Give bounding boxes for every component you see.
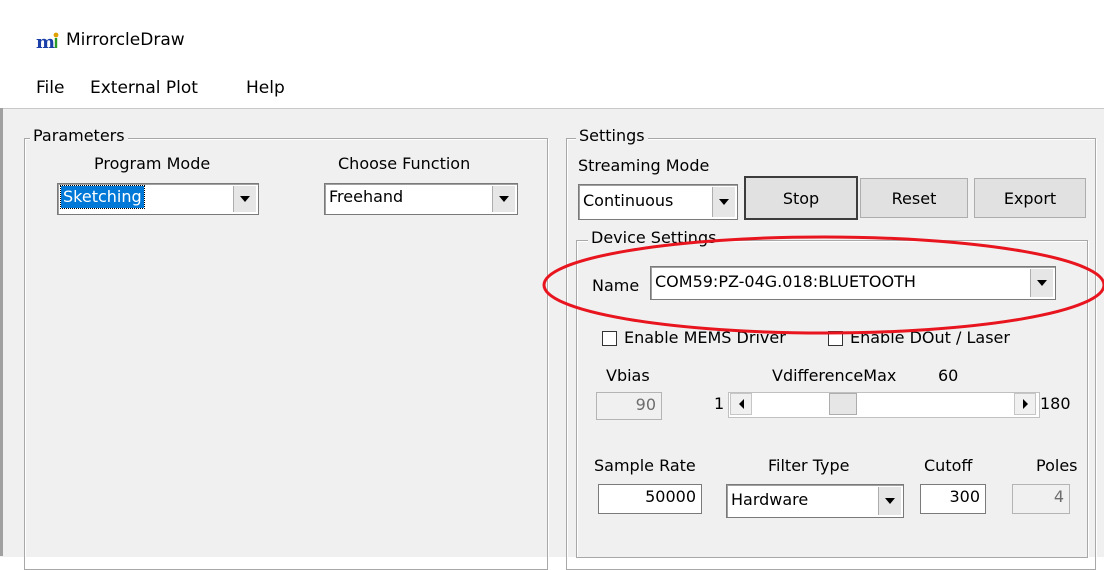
reset-button[interactable]: Reset (860, 178, 968, 218)
menu-help[interactable]: Help (246, 78, 285, 98)
program-mode-label: Program Mode (94, 154, 211, 173)
settings-group-label: Settings (576, 127, 648, 145)
vbias-label: Vbias (606, 366, 650, 385)
stop-button[interactable]: Stop (744, 176, 858, 220)
slider-right-arrow[interactable] (1014, 393, 1036, 415)
choose-function-value: Freehand (329, 187, 404, 206)
menu-file[interactable]: File (36, 78, 64, 98)
svg-text:m: m (36, 32, 55, 52)
vdifference-max-value: 60 (938, 366, 959, 385)
chevron-down-icon[interactable] (492, 186, 515, 212)
vdifference-max-label: VdifferenceMax (772, 366, 897, 385)
sample-rate-label: Sample Rate (594, 456, 696, 475)
cutoff-label: Cutoff (924, 456, 973, 475)
streaming-mode-label: Streaming Mode (578, 156, 710, 175)
vbias-field: 90 (596, 392, 662, 420)
choose-function-dropdown[interactable]: Freehand (324, 183, 518, 215)
program-mode-value: Sketching (60, 185, 145, 209)
streaming-mode-dropdown[interactable]: Continuous (578, 184, 738, 220)
highlight-ellipse (542, 235, 1104, 335)
filter-type-value: Hardware (731, 490, 809, 509)
parameters-group-label: Parameters (30, 127, 128, 145)
filter-type-dropdown[interactable]: Hardware (726, 484, 904, 518)
chevron-down-icon[interactable] (233, 186, 256, 212)
program-mode-dropdown[interactable]: Sketching (57, 183, 259, 215)
filter-type-label: Filter Type (768, 456, 850, 475)
window-border (0, 108, 3, 556)
sample-rate-field[interactable]: 50000 (598, 484, 702, 514)
window-title: MirrorcleDraw (66, 30, 185, 50)
slider-max-label: 180 (1040, 394, 1071, 413)
slider-min-label: 1 (714, 394, 725, 413)
arrow-right-icon (1022, 399, 1028, 409)
app-icon: m (36, 30, 60, 52)
slider-thumb[interactable] (829, 393, 858, 415)
chevron-down-icon[interactable] (878, 487, 901, 515)
poles-label: Poles (1036, 456, 1078, 475)
poles-field: 4 (1012, 484, 1070, 514)
menu-external-plot[interactable]: External Plot (90, 78, 198, 98)
cutoff-field[interactable]: 300 (920, 484, 986, 514)
arrow-left-icon (738, 399, 744, 409)
export-button[interactable]: Export (974, 178, 1086, 218)
choose-function-label: Choose Function (338, 154, 471, 173)
streaming-mode-value: Continuous (583, 191, 674, 210)
slider-left-arrow[interactable] (730, 393, 752, 415)
chevron-down-icon[interactable] (712, 187, 735, 217)
vdifference-slider[interactable] (728, 392, 1040, 418)
